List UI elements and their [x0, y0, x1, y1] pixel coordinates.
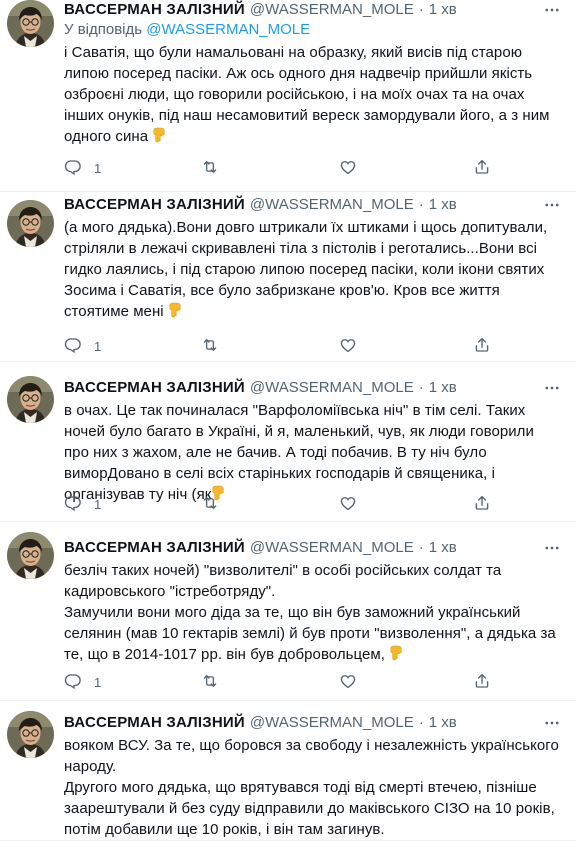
separator-dot: · — [418, 714, 424, 731]
separator-dot: · — [418, 379, 424, 396]
retweet-button[interactable] — [201, 158, 219, 179]
heart-icon — [339, 494, 357, 515]
timestamp[interactable]: 1 хв — [429, 195, 457, 215]
tweet-body: і Саватія, що були намальовані на образк… — [64, 44, 550, 145]
retweet-button[interactable] — [201, 494, 219, 515]
tweet-header: ВАССЕРМАН ЗАЛІЗНИЙ @WASSERMAN_MOLE · 1 хв — [64, 0, 562, 20]
pointing-down-emoji-icon — [168, 301, 182, 322]
more-icon[interactable] — [542, 378, 562, 398]
reply-icon — [64, 494, 82, 515]
retweet-icon — [201, 158, 219, 179]
retweet-button[interactable] — [201, 672, 219, 693]
pointing-down-emoji-icon — [152, 126, 166, 147]
author-handle[interactable]: @WASSERMAN_MOLE — [250, 0, 414, 20]
share-icon — [473, 158, 491, 179]
timestamp[interactable]: 1 хв — [429, 713, 457, 733]
share-button[interactable] — [473, 336, 491, 357]
more-icon[interactable] — [542, 713, 562, 733]
avatar[interactable] — [7, 532, 54, 579]
tweet[interactable]: ВАССЕРМАН ЗАЛІЗНИЙ @WASSERMAN_MOLE · 1 хв бе… — [0, 522, 576, 701]
retweet-icon — [201, 494, 219, 515]
heart-icon — [339, 158, 357, 179]
author-handle[interactable]: @WASSERMAN_MOLE — [250, 195, 414, 215]
heart-icon — [339, 672, 357, 693]
author-name[interactable]: ВАССЕРМАН ЗАЛІЗНИЙ — [64, 378, 245, 398]
author-name[interactable]: ВАССЕРМАН ЗАЛІЗНИЙ — [64, 538, 245, 558]
tweet-header: ВАССЕРМАН ЗАЛІЗНИЙ @WASSERMAN_MOLE · 1 хв — [64, 195, 562, 215]
author-handle[interactable]: @WASSERMAN_MOLE — [250, 713, 414, 733]
avatar[interactable] — [7, 0, 54, 47]
reply-button[interactable]: 1 — [64, 494, 101, 515]
tweet[interactable]: ВАССЕРМАН ЗАЛІЗНИЙ @WASSERMAN_MOLE · 1 хв У … — [0, 0, 576, 192]
reply-prefix: У відповідь — [64, 21, 143, 38]
reply-icon — [64, 158, 82, 179]
tweet-header: ВАССЕРМАН ЗАЛІЗНИЙ @WASSERMAN_MOLE · 1 хв — [64, 538, 562, 558]
like-button[interactable] — [339, 158, 357, 179]
timestamp[interactable]: 1 хв — [429, 538, 457, 558]
heart-icon — [339, 336, 357, 357]
tweet-text: безліч таких ночей) "визволителі" в особ… — [64, 560, 562, 665]
reply-count: 1 — [94, 674, 102, 690]
tweet-text: в очах. Це так починалася "Варфоломіївсь… — [64, 400, 562, 505]
tweet-thread: ВАССЕРМАН ЗАЛІЗНИЙ @WASSERMAN_MOLE · 1 хв У … — [0, 0, 576, 841]
avatar[interactable] — [7, 200, 54, 247]
author-name[interactable]: ВАССЕРМАН ЗАЛІЗНИЙ — [64, 713, 245, 733]
tweet-body: вояком ВСУ. За те, що боровся за свободу… — [64, 737, 559, 838]
reply-icon — [64, 672, 82, 693]
avatar[interactable] — [7, 376, 54, 423]
retweet-icon — [201, 336, 219, 357]
tweet-header: ВАССЕРМАН ЗАЛІЗНИЙ @WASSERMAN_MOLE · 1 хв — [64, 713, 562, 733]
share-icon — [473, 672, 491, 693]
more-icon[interactable] — [542, 195, 562, 215]
author-handle[interactable]: @WASSERMAN_MOLE — [250, 538, 414, 558]
retweet-button[interactable] — [201, 336, 219, 357]
share-button[interactable] — [473, 672, 491, 693]
reply-mention-link[interactable]: @WASSERMAN_MOLE — [146, 21, 310, 38]
separator-dot: · — [418, 1, 424, 18]
separator-dot: · — [418, 539, 424, 556]
reply-count: 1 — [94, 338, 102, 354]
retweet-icon — [201, 672, 219, 693]
pointing-down-emoji-icon — [389, 644, 403, 665]
separator-dot: · — [418, 196, 424, 213]
like-button[interactable] — [339, 336, 357, 357]
reply-button[interactable]: 1 — [64, 158, 101, 179]
reply-count: 1 — [94, 496, 102, 512]
tweet-body: в очах. Це так починалася "Варфоломіївсь… — [64, 402, 534, 503]
tweet[interactable]: ВАССЕРМАН ЗАЛІЗНИЙ @WASSERMAN_MOLE · 1 хв в … — [0, 362, 576, 522]
author-name[interactable]: ВАССЕРМАН ЗАЛІЗНИЙ — [64, 195, 245, 215]
tweet-body: безліч таких ночей) "визволителі" в особ… — [64, 562, 556, 663]
reply-button[interactable]: 1 — [64, 672, 101, 693]
tweet[interactable]: ВАССЕРМАН ЗАЛІЗНИЙ @WASSERMAN_MOLE · 1 хв (а… — [0, 192, 576, 362]
more-icon[interactable] — [542, 538, 562, 558]
author-name[interactable]: ВАССЕРМАН ЗАЛІЗНИЙ — [64, 0, 245, 20]
like-button[interactable] — [339, 672, 357, 693]
timestamp[interactable]: 1 хв — [429, 378, 457, 398]
reply-count: 1 — [94, 160, 102, 176]
tweet-body: (а мого дядька).Вони довго штрикали їх ш… — [64, 219, 548, 320]
tweet-header: ВАССЕРМАН ЗАЛІЗНИЙ @WASSERMAN_MOLE · 1 хв — [64, 378, 562, 398]
reply-button[interactable]: 1 — [64, 336, 101, 357]
reply-icon — [64, 336, 82, 357]
share-icon — [473, 494, 491, 515]
share-button[interactable] — [473, 158, 491, 179]
tweet-text: і Саватія, що були намальовані на образк… — [64, 42, 562, 147]
timestamp[interactable]: 1 хв — [429, 0, 457, 20]
share-button[interactable] — [473, 494, 491, 515]
tweet-text: вояком ВСУ. За те, що боровся за свободу… — [64, 735, 562, 840]
author-handle[interactable]: @WASSERMAN_MOLE — [250, 378, 414, 398]
share-icon — [473, 336, 491, 357]
tweet-text: (а мого дядька).Вони довго штрикали їх ш… — [64, 217, 562, 322]
like-button[interactable] — [339, 494, 357, 515]
reply-context: У відповідь @WASSERMAN_MOLE — [64, 20, 562, 40]
tweet[interactable]: ВАССЕРМАН ЗАЛІЗНИЙ @WASSERMAN_MOLE · 1 хв во… — [0, 701, 576, 841]
more-icon[interactable] — [542, 0, 562, 20]
avatar[interactable] — [7, 711, 54, 758]
